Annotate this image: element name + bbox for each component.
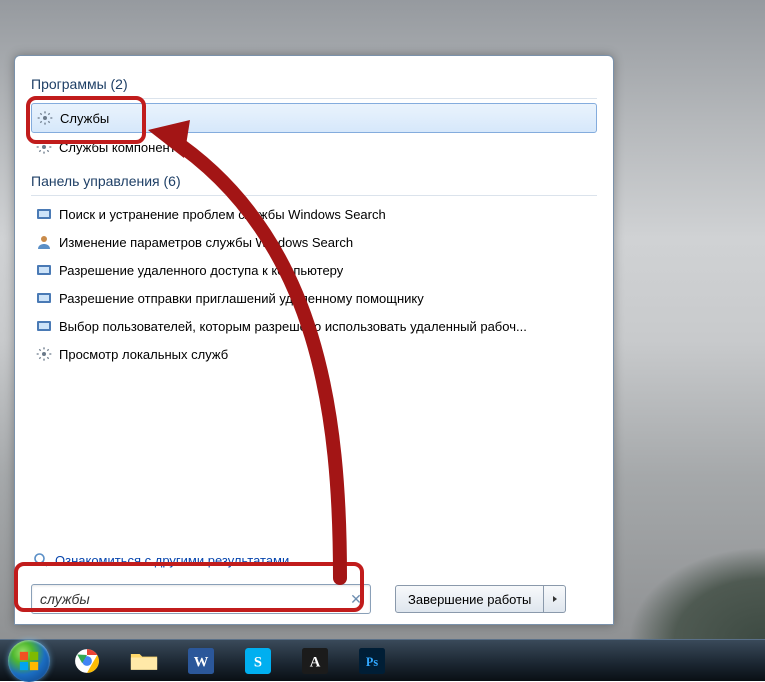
remote-assist-icon xyxy=(35,289,53,307)
programs-section-header: Программы (2) xyxy=(31,74,597,99)
windows-logo-icon xyxy=(18,650,40,672)
more-results-link[interactable]: Ознакомиться с другими результатами xyxy=(31,546,597,578)
svg-text:A: A xyxy=(310,654,321,670)
clear-search-icon[interactable]: ✕ xyxy=(347,590,365,608)
result-label: Изменение параметров службы Windows Sear… xyxy=(59,235,353,250)
result-label: Выбор пользователей, которым разрешено и… xyxy=(59,319,527,334)
user-settings-icon xyxy=(35,233,53,251)
search-icon xyxy=(33,552,49,568)
taskbar-explorer[interactable] xyxy=(118,644,170,678)
start-button[interactable] xyxy=(8,640,50,682)
result-item[interactable]: Поиск и устранение проблем службы Window… xyxy=(31,200,597,228)
svg-text:S: S xyxy=(254,654,262,670)
control-panel-section-header: Панель управления (6) xyxy=(31,171,597,196)
start-menu-search-panel: Программы (2) Службы Службы компонентов … xyxy=(14,55,614,625)
gear-icon xyxy=(35,138,53,156)
shutdown-button[interactable]: Завершение работы xyxy=(395,585,544,613)
gear-icon xyxy=(35,345,53,363)
svg-text:W: W xyxy=(194,654,209,670)
result-item[interactable]: Изменение параметров службы Windows Sear… xyxy=(31,228,597,256)
word-icon: W xyxy=(188,648,214,674)
autocad-icon: A xyxy=(302,648,328,674)
result-item-services[interactable]: Службы xyxy=(31,103,597,133)
svg-text:Ps: Ps xyxy=(366,654,378,668)
photoshop-icon: Ps xyxy=(359,648,385,674)
shutdown-split-button: Завершение работы xyxy=(395,585,566,613)
search-input[interactable] xyxy=(31,584,371,614)
gear-icon xyxy=(36,109,54,127)
folder-icon xyxy=(130,650,158,672)
result-label: Поиск и устранение проблем службы Window… xyxy=(59,207,386,222)
users-icon xyxy=(35,317,53,335)
result-label: Разрешение удаленного доступа к компьюте… xyxy=(59,263,343,278)
more-results-label: Ознакомиться с другими результатами xyxy=(55,553,289,568)
result-label: Просмотр локальных служб xyxy=(59,347,228,362)
taskbar-autocad[interactable]: A xyxy=(289,644,341,678)
result-item[interactable]: Просмотр локальных служб xyxy=(31,340,597,368)
chrome-icon xyxy=(74,648,100,674)
result-item-component-services[interactable]: Службы компонентов xyxy=(31,133,597,161)
result-label: Разрешение отправки приглашений удаленно… xyxy=(59,291,424,306)
taskbar-word[interactable]: W xyxy=(175,644,227,678)
triangle-right-icon xyxy=(551,595,559,603)
taskbar: W S A Ps xyxy=(0,639,765,681)
troubleshoot-icon xyxy=(35,205,53,223)
result-label: Службы компонентов xyxy=(59,140,190,155)
result-item[interactable]: Выбор пользователей, которым разрешено и… xyxy=(31,312,597,340)
result-item[interactable]: Разрешение отправки приглашений удаленно… xyxy=(31,284,597,312)
skype-icon: S xyxy=(245,648,271,674)
start-menu-bottom-row: ✕ Завершение работы xyxy=(31,578,597,614)
remote-access-icon xyxy=(35,261,53,279)
result-item[interactable]: Разрешение удаленного доступа к компьюте… xyxy=(31,256,597,284)
result-label: Службы xyxy=(60,111,109,126)
taskbar-photoshop[interactable]: Ps xyxy=(346,644,398,678)
taskbar-chrome[interactable] xyxy=(61,644,113,678)
shutdown-menu-arrow[interactable] xyxy=(544,585,566,613)
taskbar-skype[interactable]: S xyxy=(232,644,284,678)
search-field-wrapper: ✕ xyxy=(31,584,371,614)
